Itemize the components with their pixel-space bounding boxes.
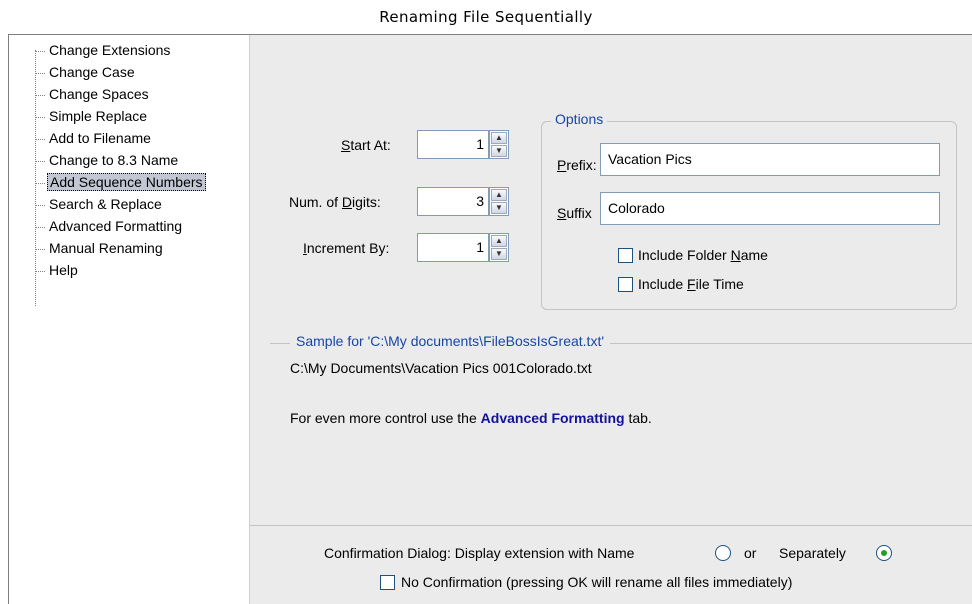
tree-item-add-to-filename[interactable]: Add to Filename: [35, 127, 153, 149]
prefix-input[interactable]: Vacation Pics: [600, 143, 940, 176]
tree-item-label: Change to 8.3 Name: [49, 152, 179, 168]
suffix-input[interactable]: Colorado: [600, 192, 940, 225]
no-confirmation-label: No Confirmation (pressing OK will rename…: [401, 574, 793, 590]
no-confirmation-checkbox[interactable]: [380, 575, 395, 590]
spin-up-icon[interactable]: ▲: [491, 235, 507, 247]
increment-by-label: Increment By:: [303, 240, 390, 256]
increment-by-input[interactable]: 1: [417, 233, 489, 262]
tree-item-manual-renaming[interactable]: Manual Renaming: [35, 237, 165, 259]
tree-item-advanced-formatting[interactable]: Advanced Formatting: [35, 215, 184, 237]
sample-title: Sample for 'C:\My documents\FileBossIsGr…: [290, 333, 610, 349]
confirm-divider: [250, 525, 972, 526]
tree-item-label: Simple Replace: [49, 108, 148, 124]
spin-up-icon[interactable]: ▲: [491, 132, 507, 144]
spin-down-icon[interactable]: ▼: [491, 202, 507, 214]
suffix-label: Suffix: [557, 205, 592, 221]
display-with-name-radio[interactable]: [715, 545, 731, 561]
advanced-formatting-link[interactable]: Advanced Formatting: [481, 410, 625, 426]
confirmation-label: Confirmation Dialog: Display extension w…: [324, 545, 635, 561]
start-at-input[interactable]: 1: [417, 130, 489, 159]
rename-dialog: Change Extensions Change Case Change Spa…: [8, 34, 972, 604]
tree-item-search-and-replace[interactable]: Search & Replace: [35, 193, 164, 215]
spin-up-icon[interactable]: ▲: [491, 189, 507, 201]
start-at-label: Start At:: [341, 137, 391, 153]
num-digits-spinner[interactable]: ▲ ▼: [489, 187, 509, 216]
advanced-hint: For even more control use the Advanced F…: [290, 410, 652, 426]
tree-item-label: Add to Filename: [49, 130, 151, 146]
tree-item-change-spaces[interactable]: Change Spaces: [35, 83, 151, 105]
tree-item-label: Change Spaces: [49, 86, 149, 102]
tree-item-label: Add Sequence Numbers: [47, 173, 206, 191]
include-file-time-label: Include File Time: [638, 276, 744, 292]
separately-radio[interactable]: [876, 545, 892, 561]
tree-item-add-sequence-numbers[interactable]: Add Sequence Numbers: [35, 171, 206, 193]
tree-item-label: Change Case: [49, 64, 135, 80]
num-digits-input[interactable]: 3: [417, 187, 489, 216]
tree-item-label: Change Extensions: [49, 42, 171, 58]
tree-item-help[interactable]: Help: [35, 259, 80, 281]
tree-item-change-extensions[interactable]: Change Extensions: [35, 39, 172, 61]
include-file-time-checkbox[interactable]: [618, 277, 633, 292]
separately-label: Separately: [779, 545, 846, 561]
start-at-spinner[interactable]: ▲ ▼: [489, 130, 509, 159]
spin-down-icon[interactable]: ▼: [491, 248, 507, 260]
screenshot-caption: Renaming File Sequentially: [379, 8, 593, 26]
tree-item-label: Manual Renaming: [49, 240, 163, 256]
num-digits-label: Num. of Digits:: [289, 194, 381, 210]
prefix-label: Prefix:: [557, 157, 597, 173]
tree-item-label: Search & Replace: [49, 196, 162, 212]
tree-item-label: Advanced Formatting: [49, 218, 183, 234]
tree-item-change-case[interactable]: Change Case: [35, 61, 137, 83]
tree-item-change-to-83-name[interactable]: Change to 8.3 Name: [35, 149, 180, 171]
rename-options-tree: Change Extensions Change Case Change Spa…: [9, 35, 249, 604]
tree-item-simple-replace[interactable]: Simple Replace: [35, 105, 149, 127]
options-group-title: Options: [551, 111, 608, 127]
increment-by-spinner[interactable]: ▲ ▼: [489, 233, 509, 262]
include-folder-name-checkbox[interactable]: [618, 248, 633, 263]
include-folder-name-label: Include Folder Name: [638, 247, 768, 263]
tree-item-label: Help: [49, 262, 78, 278]
or-label: or: [744, 545, 757, 561]
spin-down-icon[interactable]: ▼: [491, 145, 507, 157]
sequence-numbers-panel: Start At: 1 ▲ ▼ Num. of Digits: 3 ▲ ▼ Incr…: [249, 35, 972, 604]
sample-result: C:\My Documents\Vacation Pics 001Colorad…: [290, 360, 592, 376]
